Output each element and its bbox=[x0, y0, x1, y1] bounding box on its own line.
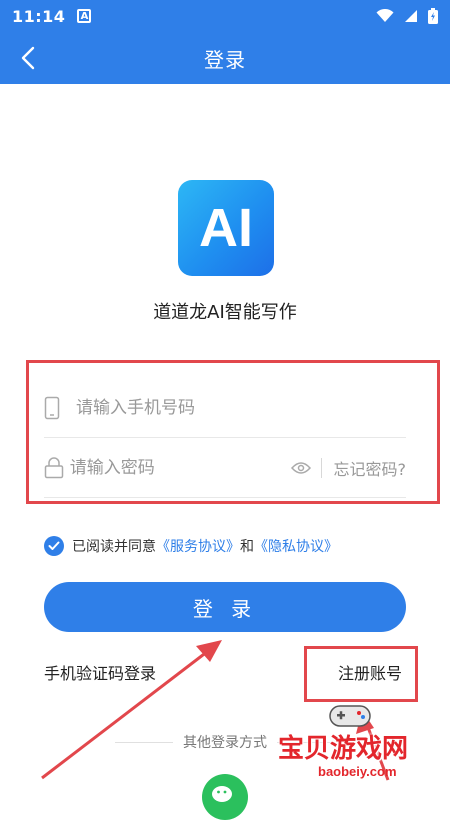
forgot-password-link[interactable]: 忘记密码? bbox=[334, 456, 407, 480]
agreement-checkbox[interactable] bbox=[44, 536, 64, 556]
notification-a-icon: A bbox=[77, 9, 92, 23]
agreement-row: 已阅读并同意 《服务协议》 和 《隐私协议》 bbox=[44, 536, 338, 556]
back-button[interactable] bbox=[14, 44, 42, 72]
app-logo: AI bbox=[178, 180, 274, 276]
watermark-url: baobeiy.com bbox=[318, 764, 397, 779]
check-icon bbox=[48, 541, 60, 550]
password-field-row: 忘记密码? bbox=[44, 438, 406, 498]
signal-icon bbox=[405, 10, 417, 22]
password-input[interactable] bbox=[67, 447, 291, 488]
lock-icon bbox=[44, 456, 68, 479]
agreement-prefix: 已阅读并同意 bbox=[72, 539, 156, 555]
login-button[interactable]: 登 录 bbox=[44, 582, 406, 632]
divider bbox=[320, 457, 322, 478]
status-bar: 11:14 A bbox=[0, 0, 450, 32]
eye-icon[interactable] bbox=[290, 461, 311, 475]
app-name: 道道龙AI智能写作 bbox=[153, 302, 297, 323]
battery-icon bbox=[428, 8, 438, 24]
watermark-title: 宝贝游戏网 bbox=[278, 734, 409, 764]
privacy-agreement-link[interactable]: 《隐私协议》 bbox=[254, 536, 338, 556]
other-login-label: 其他登录方式 bbox=[183, 735, 267, 751]
wifi-icon bbox=[376, 9, 394, 22]
chevron-left-icon bbox=[21, 46, 35, 70]
sms-login-link[interactable]: 手机验证码登录 bbox=[44, 660, 156, 684]
wechat-login-button[interactable] bbox=[202, 774, 248, 820]
agreement-and: 和 bbox=[240, 539, 254, 555]
nav-bar: 登录 bbox=[0, 32, 450, 84]
register-link[interactable]: 注册账号 bbox=[338, 660, 402, 684]
phone-field-row bbox=[44, 378, 406, 438]
phone-icon bbox=[44, 396, 74, 420]
phone-input[interactable] bbox=[74, 387, 406, 428]
wechat-icon bbox=[212, 786, 232, 802]
gamepad-icon bbox=[329, 705, 371, 727]
divider-left bbox=[115, 741, 173, 743]
service-agreement-link[interactable]: 《服务协议》 bbox=[156, 536, 240, 556]
status-time: 11:14 bbox=[12, 6, 66, 26]
page-title: 登录 bbox=[204, 47, 246, 72]
